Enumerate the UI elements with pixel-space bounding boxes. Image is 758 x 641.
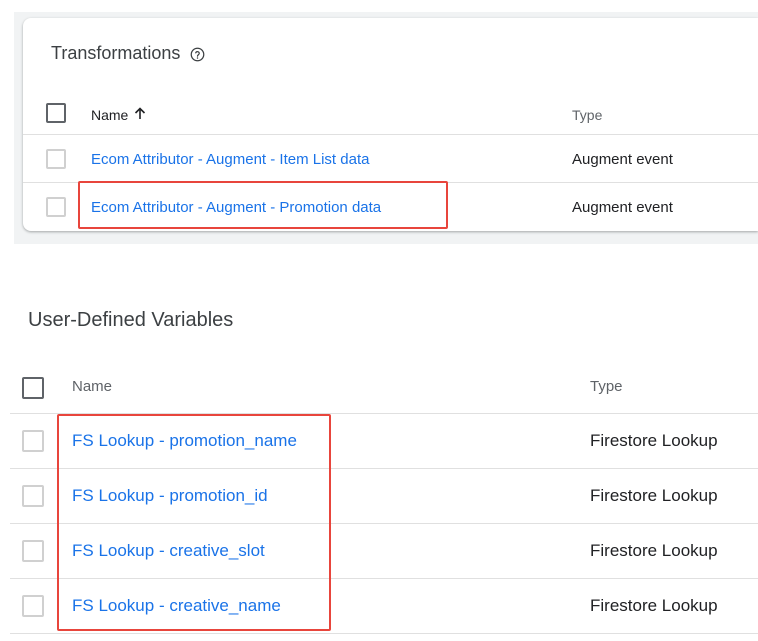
- table-row: Ecom Attributor - Augment - Item List da…: [23, 136, 758, 183]
- variable-link[interactable]: FS Lookup - promotion_id: [72, 486, 268, 506]
- row-checkbox[interactable]: [22, 430, 44, 452]
- transformation-link[interactable]: Ecom Attributor - Augment - Item List da…: [91, 151, 369, 168]
- row-checkbox[interactable]: [46, 149, 66, 169]
- transformation-type: Augment event: [572, 151, 673, 168]
- row-checkbox[interactable]: [22, 485, 44, 507]
- variable-type: Firestore Lookup: [590, 541, 718, 560]
- transformations-title-text: Transformations: [51, 43, 181, 63]
- help-icon[interactable]: [190, 46, 205, 62]
- name-column-header[interactable]: Name: [91, 107, 146, 123]
- table-row: FS Lookup - promotion_name Firestore Loo…: [10, 414, 758, 469]
- transformations-title: Transformations: [51, 43, 205, 64]
- variable-type: Firestore Lookup: [590, 431, 718, 450]
- table-row: FS Lookup - creative_name Firestore Look…: [10, 579, 758, 634]
- table-row: FS Lookup - promotion_id Firestore Looku…: [10, 469, 758, 524]
- variables-table-header: Name Type: [10, 362, 758, 414]
- type-column-header[interactable]: Type: [572, 107, 602, 123]
- name-column-label: Name: [91, 107, 129, 123]
- variable-type: Firestore Lookup: [590, 596, 718, 615]
- table-row: Ecom Attributor - Augment - Promotion da…: [23, 184, 758, 231]
- variable-link[interactable]: FS Lookup - creative_name: [72, 596, 281, 616]
- user-defined-variables-title: User-Defined Variables: [28, 309, 234, 331]
- transformation-link[interactable]: Ecom Attributor - Augment - Promotion da…: [91, 199, 381, 216]
- transformation-type: Augment event: [572, 199, 673, 216]
- table-row: FS Lookup - creative_slot Firestore Look…: [10, 524, 758, 579]
- type-column-header[interactable]: Type: [590, 378, 623, 395]
- arrow-up-icon: [134, 107, 146, 123]
- variable-type: Firestore Lookup: [590, 486, 718, 505]
- row-checkbox[interactable]: [22, 540, 44, 562]
- row-checkbox[interactable]: [46, 197, 66, 217]
- transformations-card: Transformations Name Type Ecom Attributo…: [23, 18, 758, 231]
- variable-link[interactable]: FS Lookup - promotion_name: [72, 431, 297, 451]
- name-column-header[interactable]: Name: [72, 378, 112, 395]
- select-all-checkbox[interactable]: [46, 103, 66, 123]
- select-all-checkbox[interactable]: [22, 377, 44, 399]
- transformations-table-header: Name Type: [23, 93, 758, 135]
- row-checkbox[interactable]: [22, 595, 44, 617]
- variable-link[interactable]: FS Lookup - creative_slot: [72, 541, 265, 561]
